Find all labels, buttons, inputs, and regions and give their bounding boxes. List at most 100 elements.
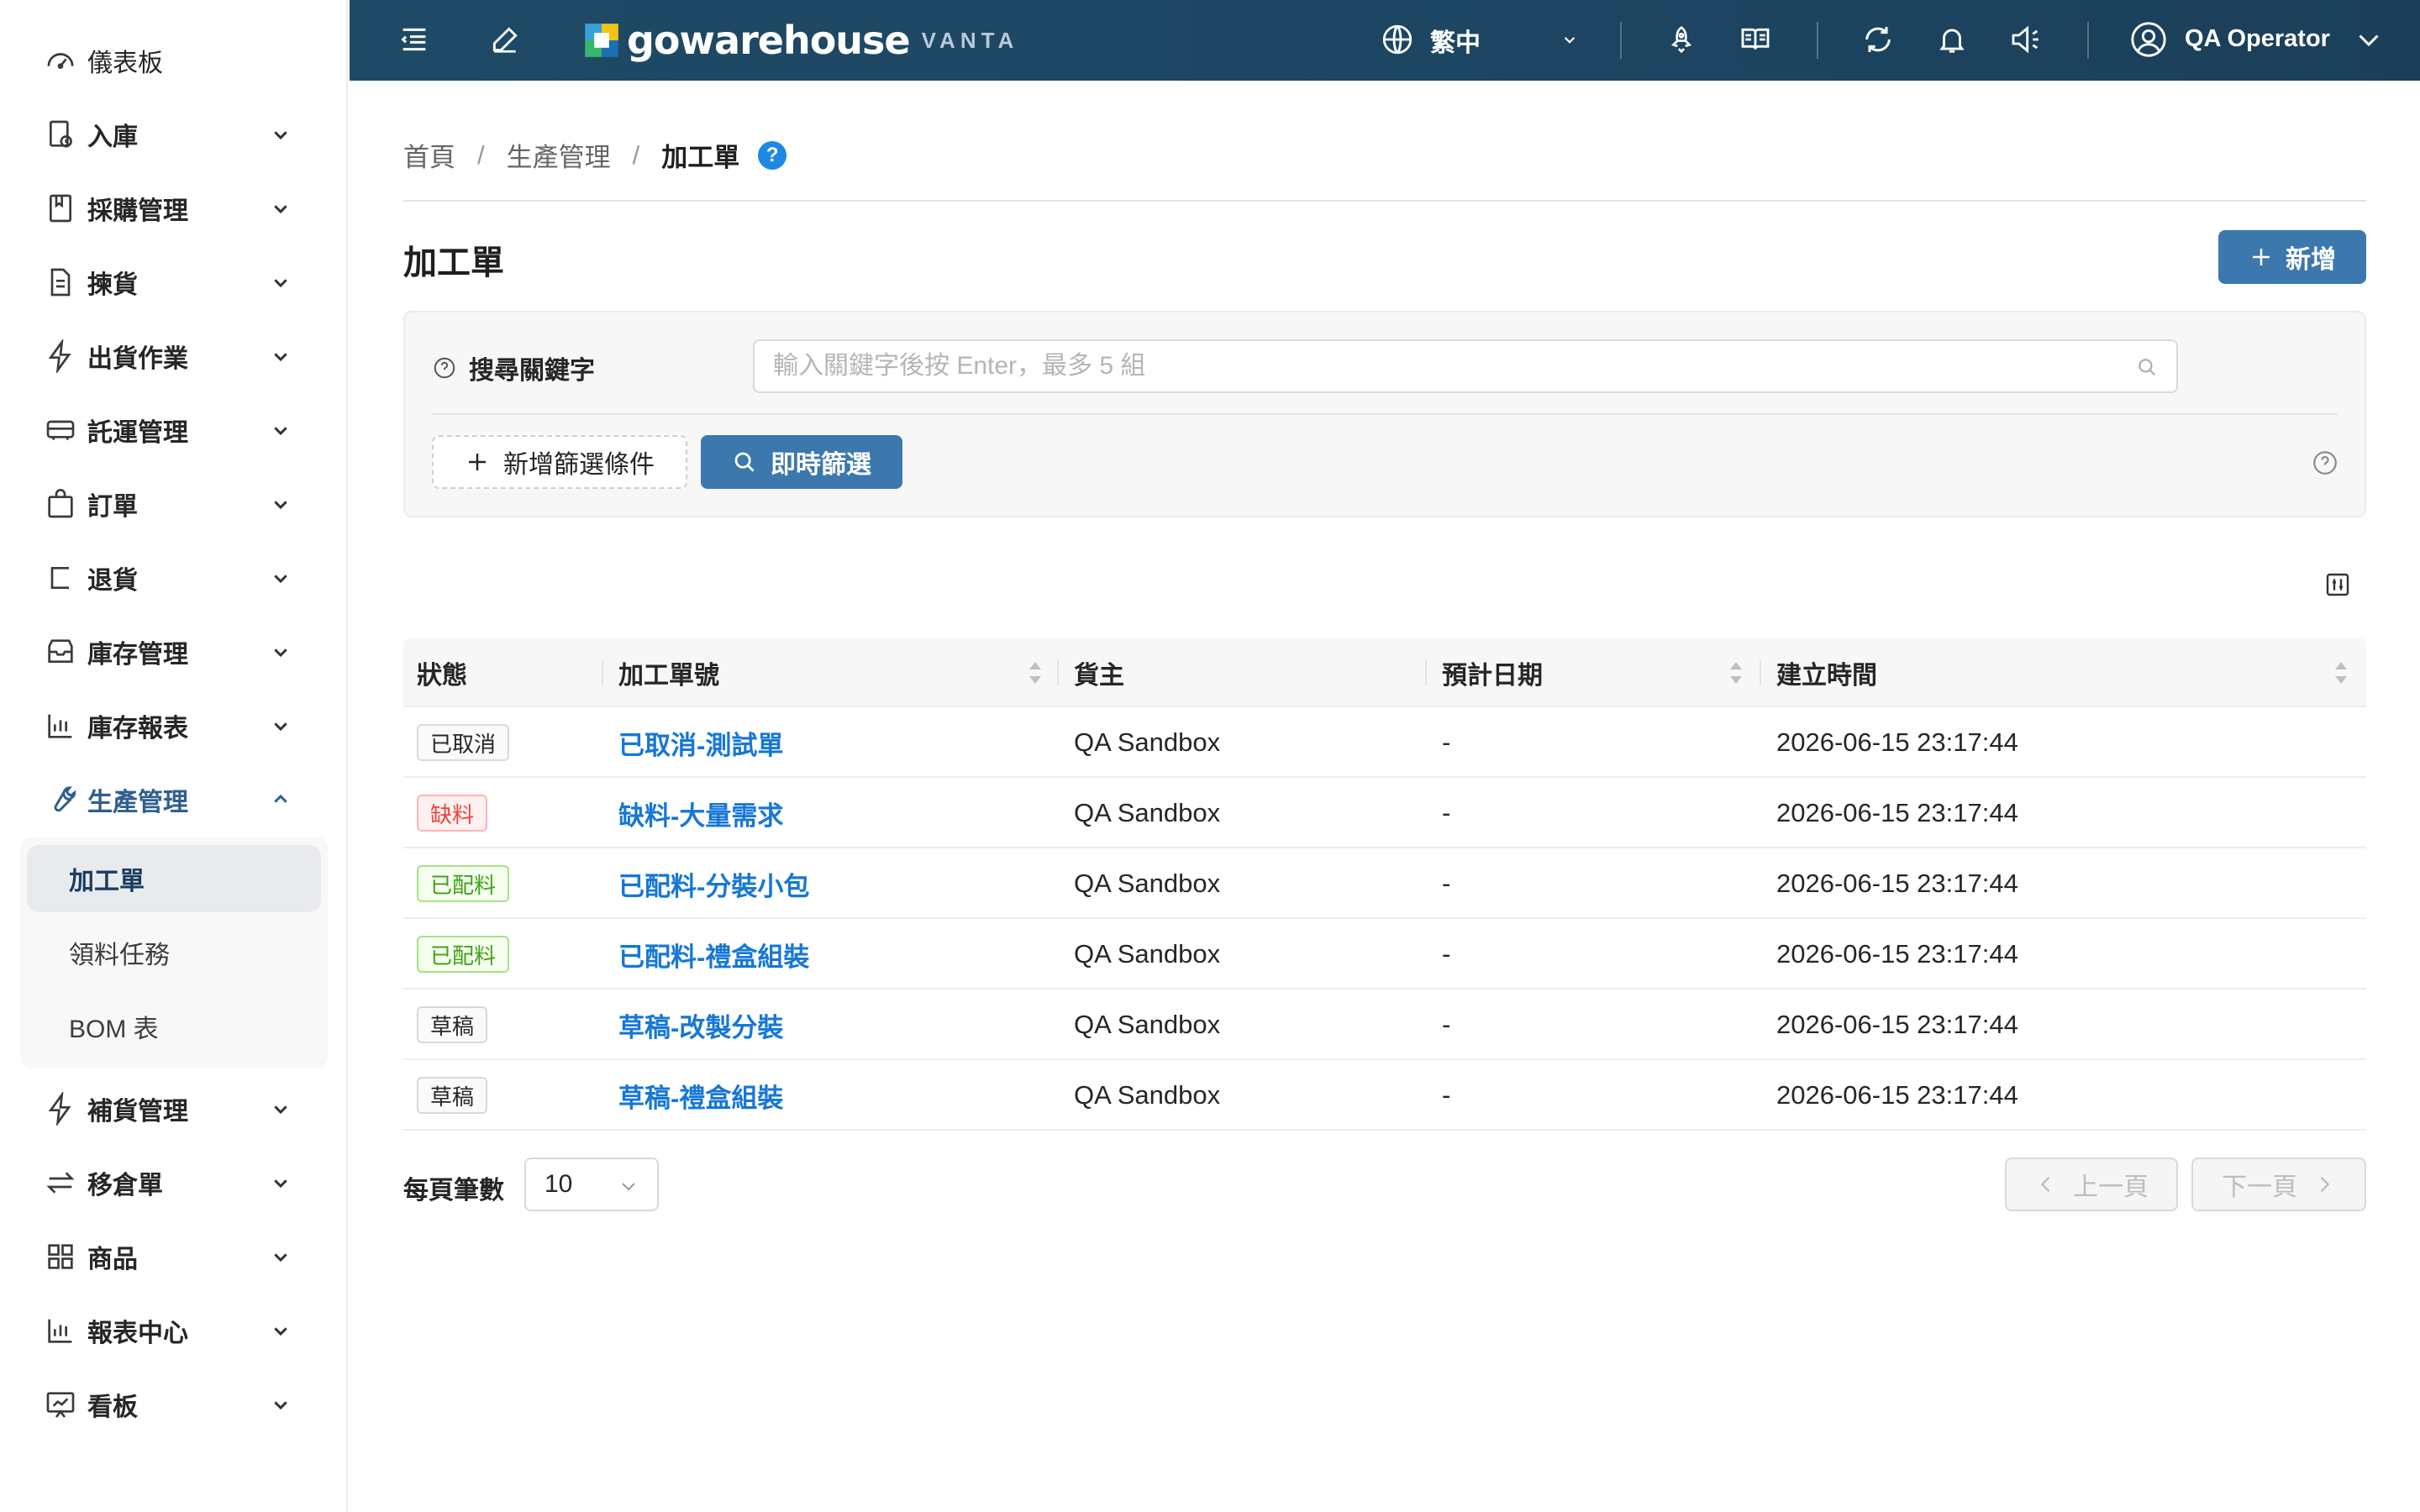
inventory-icon [44, 635, 77, 669]
sidebar-item-transfer[interactable]: 移倉單 [0, 1149, 348, 1216]
logo-text: gowarehouse [627, 18, 911, 63]
sidebar-item-board[interactable]: 看板 [0, 1371, 348, 1438]
sidebar-item-production[interactable]: 生產管理 [0, 766, 348, 833]
sidebar-item-inbound[interactable]: 入庫 [0, 101, 348, 168]
breadcrumb-section[interactable]: 生產管理 [507, 136, 611, 174]
breadcrumb-home[interactable]: 首頁 [403, 136, 455, 174]
sidebar-item-picking[interactable]: 揀貨 [0, 249, 348, 316]
column-divider [1057, 660, 1059, 685]
owner-cell: QA Sandbox [1074, 939, 1221, 969]
sidebar-item-label: 訂單 [87, 493, 138, 521]
column-settings-icon[interactable] [2324, 571, 2351, 598]
column-header-owner: 貨主 [1074, 662, 1124, 690]
sidebar-item-returns[interactable]: 退貨 [0, 544, 348, 612]
created-time-cell: 2026-06-15 23:17:44 [1776, 1080, 2018, 1110]
production-submenu: 加工單 領料任務 BOM 表 [20, 837, 328, 1068]
next-page-button[interactable]: 下一頁 [2191, 1158, 2366, 1211]
refresh-icon[interactable] [1857, 18, 1899, 60]
bell-icon[interactable] [1931, 18, 1973, 60]
prev-page-button[interactable]: 上一頁 [2005, 1158, 2178, 1211]
status-badge: 已配料 [417, 865, 510, 902]
keyword-label-text: 搜尋關鍵字 [469, 357, 595, 385]
sidebar-item-products[interactable]: 商品 [0, 1223, 348, 1290]
sidebar-item-orders[interactable]: 訂單 [0, 470, 348, 538]
language-selector[interactable]: 繁中 [1430, 22, 1481, 59]
chevron-down-icon [267, 269, 294, 296]
chevron-down-icon[interactable] [2348, 18, 2390, 60]
planned-date-cell: - [1442, 798, 1451, 827]
column-divider [602, 660, 603, 685]
table-row[interactable]: 已取消 已取消-測試單 QA Sandbox - 2026-06-15 23:1… [403, 707, 2366, 778]
work-order-link[interactable]: 缺料-大量需求 [618, 778, 783, 848]
question-circle-icon[interactable] [2311, 449, 2339, 477]
breadcrumb-separator: / [477, 139, 485, 170]
add-filter-button[interactable]: 新增篩選條件 [432, 435, 687, 489]
work-order-table: 狀態 加工單號 貨主 預計日期 建立時間 已取消 已取消-測試單 QA Sand… [403, 638, 2366, 1131]
sidebar-item-replenishment[interactable]: 補貨管理 [0, 1075, 348, 1142]
megaphone-icon[interactable] [2005, 18, 2047, 60]
column-header-number[interactable]: 加工單號 [618, 638, 719, 707]
lightning-icon [44, 1092, 77, 1126]
chevron-down-icon [267, 1317, 294, 1344]
chevron-down-icon [267, 1169, 294, 1196]
submenu-item-bom[interactable]: BOM 表 [27, 993, 321, 1060]
sidebar-item-purchase[interactable]: 採購管理 [0, 175, 348, 242]
globe-icon[interactable] [1376, 18, 1418, 60]
sidebar-item-consignment[interactable]: 託運管理 [0, 396, 348, 464]
sidebar-item-label: 補貨管理 [87, 1098, 188, 1126]
search-icon[interactable] [2136, 356, 2158, 378]
table-row[interactable]: 已配料 已配料-禮盒組裝 QA Sandbox - 2026-06-15 23:… [403, 919, 2366, 990]
user-name[interactable]: QA Operator [2185, 25, 2330, 53]
sidebar-item-shipping[interactable]: 出貨作業 [0, 323, 348, 390]
sidebar-item-label: 儀表板 [87, 50, 163, 77]
rocket-icon[interactable] [1660, 18, 1702, 60]
work-order-link[interactable]: 已配料-分裝小包 [618, 848, 809, 919]
submenu-item-material-task[interactable]: 領料任務 [27, 919, 321, 986]
chevron-down-icon[interactable] [1555, 18, 1585, 60]
table-row[interactable]: 草稿 草稿-改製分裝 QA Sandbox - 2026-06-15 23:17… [403, 990, 2366, 1060]
filter-divider [432, 413, 2338, 415]
menu-collapse-icon[interactable] [393, 18, 435, 60]
next-page-label: 下一頁 [2222, 1173, 2297, 1201]
chevron-down-icon [267, 417, 294, 444]
sort-icon[interactable] [2333, 659, 2349, 687]
created-time-cell: 2026-06-15 23:17:44 [1776, 939, 2018, 969]
owner-cell: QA Sandbox [1074, 798, 1221, 827]
work-order-link[interactable]: 草稿-改製分裝 [618, 990, 783, 1060]
inbound-icon [44, 118, 77, 151]
add-button[interactable]: 新增 [2218, 230, 2366, 284]
book-icon[interactable] [1734, 18, 1776, 60]
submenu-item-work-order[interactable]: 加工單 [27, 845, 321, 912]
page-size-label: 每頁筆數 [403, 1177, 504, 1205]
chevron-down-icon [267, 712, 294, 739]
status-badge: 草稿 [417, 1077, 488, 1114]
help-icon[interactable]: ? [758, 140, 787, 170]
chevron-down-icon [267, 343, 294, 370]
column-header-planned-date[interactable]: 預計日期 [1442, 638, 1543, 707]
sort-icon[interactable] [1728, 659, 1744, 687]
sidebar-item-inventory[interactable]: 庫存管理 [0, 618, 348, 685]
work-order-link[interactable]: 已取消-測試單 [618, 707, 783, 778]
sort-icon[interactable] [1027, 659, 1044, 687]
edit-icon[interactable] [484, 18, 526, 60]
planned-date-cell: - [1442, 1080, 1451, 1110]
search-input[interactable] [773, 352, 2101, 381]
sidebar-item-dashboard[interactable]: 儀表板 [0, 27, 348, 94]
sidebar-item-inventory-report[interactable]: 庫存報表 [0, 692, 348, 759]
wrench-icon [44, 783, 77, 816]
avatar[interactable] [2128, 18, 2170, 60]
sidebar-item-report-center[interactable]: 報表中心 [0, 1297, 348, 1364]
table-row[interactable]: 草稿 草稿-禮盒組裝 QA Sandbox - 2026-06-15 23:17… [403, 1060, 2366, 1131]
column-header-created[interactable]: 建立時間 [1776, 638, 1877, 707]
status-badge: 已取消 [417, 724, 510, 761]
work-order-link[interactable]: 草稿-禮盒組裝 [618, 1060, 783, 1131]
work-order-link[interactable]: 已配料-禮盒組裝 [618, 919, 809, 990]
live-filter-button[interactable]: 即時篩選 [701, 435, 902, 489]
logo-icon [585, 24, 618, 57]
plus-icon [465, 449, 490, 475]
planned-date-cell: - [1442, 939, 1451, 969]
page-size-select[interactable]: 10 [524, 1158, 659, 1211]
table-row[interactable]: 缺料 缺料-大量需求 QA Sandbox - 2026-06-15 23:17… [403, 778, 2366, 848]
breadcrumb-separator: / [632, 139, 640, 170]
table-row[interactable]: 已配料 已配料-分裝小包 QA Sandbox - 2026-06-15 23:… [403, 848, 2366, 919]
